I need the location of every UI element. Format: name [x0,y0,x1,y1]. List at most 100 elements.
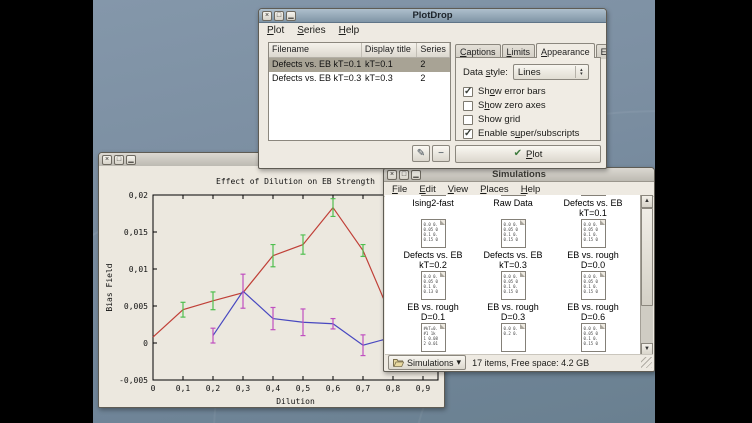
file-item[interactable]: 0.0 0. 0.2 0.XFB vs. rough [473,323,553,356]
column-header-filename[interactable]: Filename [269,43,362,57]
maximize-icon[interactable]: □ [274,11,284,21]
checkbox-label: Enable super/subscripts [478,128,579,139]
scrollbar[interactable]: ▲ ▼ [640,195,653,356]
series-row[interactable]: Defects vs. EB kT=0.3kT=0.32 [269,72,450,86]
status-info: 17 items, Free space: 4.2 GB [472,358,589,368]
svg-text:0,015: 0,015 [124,228,148,237]
menu-item-plot[interactable]: Plot [267,25,284,36]
window-title: PlotDrop [259,10,606,21]
close-icon[interactable]: × [387,170,397,180]
folded-corner [600,220,605,225]
screen: × □ ▁ 00,10,20,30,40,50,60,70,80,9-0,005… [0,0,752,423]
text-file-icon: 0.0 0. 0.05 0 0.1 0. 0.13 0 [421,271,446,300]
file-item[interactable]: #kT=0. #1 1k 1 0.08 2 0.01Layer vs. EB [393,323,473,356]
file-grid: 0.0 0. 0.1 0. 0.2 0. 0.3 0.Ising2-fast0.… [385,195,640,356]
file-item[interactable]: 0.0 0. 0.05 0 0.1 0. 0.15 0XFB vs. rough [553,323,633,356]
data-style-combobox[interactable]: Lines ▴ ▾ [513,64,589,80]
remove-button[interactable]: − [432,145,450,162]
series-row[interactable]: Defects vs. EB kT=0.1kT=0.12 [269,58,450,72]
text-file-icon: 0.0 0. 0.05 0 0.1 0. 0.15 0 [581,271,606,300]
plotdrop-window: × □ ▁ PlotDrop Plot Series Help Filename D… [258,8,607,169]
file-item[interactable]: 0.0 1. 0.05 0 0.1 0. 0.15 0 Defects vs. E… [553,195,633,219]
file-item[interactable]: 0.0 0. 0.1 0. 0.2 0. 0.3 0.Ising2-fast [393,195,473,219]
plot-button-label: Plot [526,149,542,160]
svg-text:0,01: 0,01 [129,265,148,274]
folded-corner [440,272,445,277]
svg-text:-0,005: -0,005 [119,376,148,385]
text-file-icon: 0.0 0. 0.1 0. 0.2 0. 0.3 0. [421,195,446,196]
text-file-icon: 0.0 0. 0.05 0 0.1 0. 0.15 0 [501,219,526,248]
minimize-icon[interactable]: ▁ [286,11,296,21]
scrollbar-thumb[interactable] [641,208,653,306]
menu-item-view[interactable]: View [448,184,468,195]
menu-item-help[interactable]: Help [339,25,360,36]
checkbox-box [463,115,473,125]
checkbox-enable-super-subscripts[interactable]: Enable super/subscripts [463,128,579,139]
cell: kT=0.1 [362,58,417,72]
simulations-titlebar[interactable]: × □ ▁ Simulations [384,168,654,182]
plotdrop-titlebar[interactable]: × □ ▁ PlotDrop [259,9,606,23]
location-button[interactable]: Simulations ▾ [388,355,466,370]
menu-item-places[interactable]: Places [480,184,509,195]
edit-button[interactable]: ✎ [412,145,430,162]
close-icon[interactable]: × [102,155,112,165]
column-header-series[interactable]: Series [417,43,450,57]
series-list[interactable]: Filename Display title Series Defects vs… [268,42,451,141]
pd-list-rows: Defects vs. EB kT=0.1kT=0.12Defects vs. … [269,58,450,86]
data-style-row: Data style: Lines ▴ ▾ [463,64,589,80]
svg-text:0,1: 0,1 [176,384,191,393]
text-file-icon: 0.0 0. 0.05 0 0.1 0. 0.15 0 [501,271,526,300]
file-view: 0.0 0. 0.1 0. 0.2 0. 0.3 0.Ising2-fast0.… [385,195,640,356]
file-item[interactable]: 0.0 0. 0.05 0 0.1 0. 0.15 0EB vs. roughD… [473,271,553,323]
column-header-display-title[interactable]: Display title [362,43,417,57]
location-label: Simulations [407,358,454,368]
checkbox-label: Show error bars [478,86,546,97]
menu-item-edit[interactable]: Edit [419,184,435,195]
checkbox-show-zero-axes[interactable]: Show zero axes [463,100,546,111]
text-file-icon: #kT=0. #1 1k 1 0.08 2 0.01 [421,323,446,352]
file-item[interactable]: 0.0 0. 0.05 0 0.1 0. 0.15 0EB vs. roughD… [553,271,633,323]
simulations-window: × □ ▁ Simulations File Edit View Places Help… [383,167,655,372]
maximize-icon[interactable]: □ [399,170,409,180]
text-file-icon: 0.0 1. 0.05 0 0.1 0. 0.15 0 [581,195,606,196]
text-file-icon: 0.0 0. 0.05 0 0.1 0. 0.15 0 [581,219,606,248]
folded-corner [520,220,525,225]
svg-text:0: 0 [143,339,148,348]
file-item[interactable]: 0.0 0. 0.05 0 0.1 0. 0.13 0EB vs. roughD… [393,271,473,323]
file-label: Defects vs. EBkT=0.1 [563,198,622,218]
menu-item-series[interactable]: Series [297,25,325,36]
svg-text:0,2: 0,2 [206,384,221,393]
scroll-up-icon[interactable]: ▲ [641,195,653,208]
combo-arrows-icon[interactable]: ▴ ▾ [575,66,587,78]
text-file-icon: 0.0 0. 0.05 0 0.1 0. 0.15 0 [421,219,446,248]
checkbox-box [463,129,473,139]
file-item[interactable]: 0.2 0. 0.3 0. 0.4 0. 0.5 0.Raw Data [473,195,553,219]
file-label: EB vs. roughD=0.1 [407,302,459,322]
maximize-icon[interactable]: □ [114,155,124,165]
folded-corner [440,220,445,225]
file-item[interactable]: 0.0 0. 0.05 0 0.1 0. 0.15 0EB vs. roughD… [553,219,633,271]
menu-item-help[interactable]: Help [521,184,541,195]
minimize-icon[interactable]: ▁ [126,155,136,165]
file-label: Defects vs. EBkT=0.2 [403,250,462,270]
svg-text:0,02: 0,02 [129,191,148,200]
tab-appearance[interactable]: Appearance [536,43,595,58]
file-item[interactable]: 0.0 0. 0.05 0 0.1 0. 0.15 0Defects vs. E… [473,219,553,271]
list-header: Filename Display title Series [269,43,450,58]
text-file-icon: 0.0 0. 0.05 0 0.1 0. 0.15 0 [581,323,606,352]
resize-grip[interactable] [641,357,652,368]
folded-corner [520,324,525,329]
menu-item-file[interactable]: File [392,184,407,195]
folder-icon [393,358,404,367]
svg-text:0,5: 0,5 [296,384,311,393]
close-icon[interactable]: × [262,11,272,21]
plot-button[interactable]: ✔ Plot [455,145,601,163]
file-item[interactable]: 0.0 0. 0.05 0 0.1 0. 0.15 0Defects vs. E… [393,219,473,271]
checkbox-show-grid[interactable]: Show grid [463,114,520,125]
minimize-icon[interactable]: ▁ [411,170,421,180]
checkbox-show-error-bars[interactable]: Show error bars [463,86,546,97]
dropdown-arrow-icon: ▾ [457,357,462,368]
svg-text:0,005: 0,005 [124,302,148,311]
cell: Defects vs. EB kT=0.1 [269,58,362,72]
svg-text:Dilution: Dilution [276,397,315,406]
